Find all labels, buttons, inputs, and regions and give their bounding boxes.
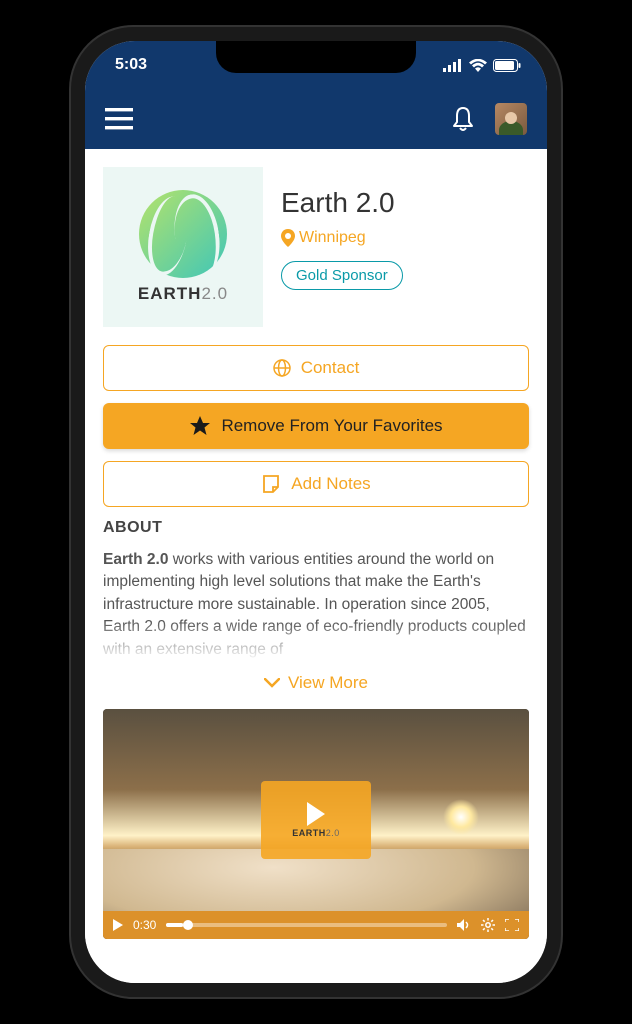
volume-icon[interactable] (457, 919, 471, 931)
play-icon (307, 802, 325, 826)
globe-icon (139, 190, 227, 278)
phone-device-frame: 5:03 EARTH2.0 (71, 27, 561, 997)
note-icon (261, 474, 281, 494)
about-description: Earth 2.0 works with various entities ar… (103, 549, 529, 661)
text-fade-overlay (103, 621, 529, 661)
fullscreen-icon[interactable] (505, 919, 519, 931)
chevron-down-icon (264, 678, 280, 688)
battery-icon (493, 59, 521, 72)
logo-label: EARTH (138, 284, 202, 303)
logo-text: EARTH2.0 (138, 284, 228, 304)
location-pin-icon (281, 229, 295, 247)
user-avatar[interactable] (495, 103, 527, 135)
app-header (85, 89, 547, 149)
add-notes-button[interactable]: Add Notes (103, 461, 529, 507)
video-time: 0:30 (133, 918, 156, 932)
play-overlay-label: EARTH2.0 (292, 828, 340, 838)
wifi-icon (469, 59, 487, 72)
contact-label: Contact (301, 358, 360, 378)
play-overlay[interactable]: EARTH2.0 (261, 781, 371, 859)
contact-button[interactable]: Contact (103, 345, 529, 391)
status-indicators (443, 59, 521, 72)
screen: 5:03 EARTH2.0 (85, 41, 547, 983)
sponsor-level-badge: Gold Sponsor (281, 261, 403, 290)
globe-grid-icon (273, 359, 291, 377)
sponsor-name: Earth 2.0 (281, 187, 529, 219)
remove-favorite-button[interactable]: Remove From Your Favorites (103, 403, 529, 449)
location-text: Winnipeg (299, 229, 366, 247)
device-notch (216, 41, 416, 73)
settings-gear-icon[interactable] (481, 918, 495, 932)
sponsor-logo: EARTH2.0 (103, 167, 263, 327)
sponsor-location: Winnipeg (281, 229, 529, 247)
video-seek-track[interactable] (166, 923, 447, 927)
video-player[interactable]: EARTH2.0 0:30 (103, 709, 529, 939)
about-lead: Earth 2.0 (103, 551, 168, 568)
about-heading: ABOUT (103, 519, 529, 537)
remove-favorite-label: Remove From Your Favorites (221, 416, 442, 436)
bell-icon[interactable] (451, 106, 475, 132)
video-controls-bar: 0:30 (103, 911, 529, 939)
hamburger-menu-icon[interactable] (105, 108, 133, 130)
sponsor-info: Earth 2.0 Winnipeg Gold Sponsor (281, 167, 529, 327)
play-small-icon[interactable] (113, 919, 123, 931)
logo-sublabel: 2.0 (201, 284, 228, 303)
view-more-label: View More (288, 673, 368, 693)
star-icon (189, 415, 211, 437)
add-notes-label: Add Notes (291, 474, 370, 494)
sponsor-profile-header: EARTH2.0 Earth 2.0 Winnipeg Gold Sponsor (103, 167, 529, 327)
view-more-button[interactable]: View More (103, 661, 529, 709)
main-content: EARTH2.0 Earth 2.0 Winnipeg Gold Sponsor… (85, 149, 547, 983)
cellular-signal-icon (443, 59, 463, 72)
clock: 5:03 (115, 56, 147, 74)
